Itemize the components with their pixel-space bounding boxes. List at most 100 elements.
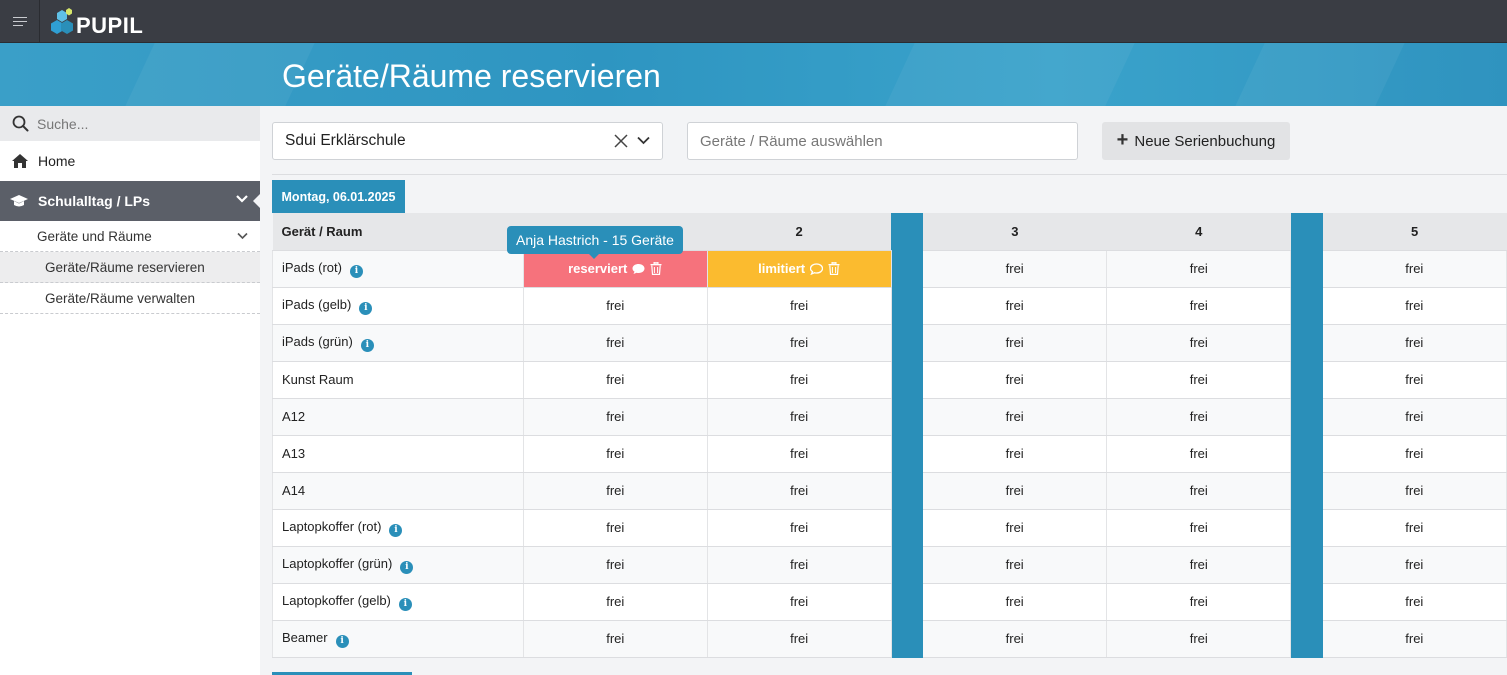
break-cell — [1290, 250, 1323, 288]
slot-cell[interactable]: frei — [523, 361, 708, 399]
slot-cell[interactable]: frei — [923, 287, 1108, 325]
slot-cell[interactable]: reserviert — [523, 250, 708, 288]
sidebar-item-geraete-und-raeume[interactable]: Geräte und Räume — [0, 221, 260, 252]
slot-cell[interactable]: frei — [523, 324, 708, 362]
info-icon[interactable]: i — [398, 597, 412, 611]
slot-cell[interactable]: frei — [707, 583, 892, 621]
device-room-select[interactable] — [687, 122, 1078, 160]
slot-cell[interactable]: frei — [923, 509, 1108, 547]
table-header-row: Gerät / Raum 1 2 3 4 5 — [272, 213, 1507, 251]
slot-cell[interactable]: frei — [707, 509, 892, 547]
slot-cell[interactable]: frei — [523, 287, 708, 325]
device-name-cell: Beamer i — [272, 620, 524, 658]
slot-cell[interactable]: frei — [1106, 250, 1292, 288]
slot-cell[interactable]: frei — [923, 324, 1108, 362]
slot-cell[interactable]: frei — [523, 435, 708, 473]
slot-cell[interactable]: frei — [707, 361, 892, 399]
device-name-cell: Kunst Raum — [272, 361, 524, 399]
slot-cell[interactable]: frei — [1322, 583, 1507, 621]
info-icon[interactable]: i — [360, 338, 374, 352]
slot-cell[interactable]: frei — [1106, 472, 1292, 510]
slot-cell[interactable]: frei — [523, 546, 708, 584]
slot-cell[interactable]: frei — [1322, 250, 1507, 288]
table-row: iPads (grün) i frei frei frei frei frei — [272, 324, 1507, 362]
slot-cell[interactable]: frei — [523, 620, 708, 658]
info-icon[interactable]: i — [400, 560, 414, 574]
menu-icon[interactable] — [0, 0, 40, 43]
slot-cell[interactable]: frei — [1322, 472, 1507, 510]
clear-icon[interactable] — [614, 134, 628, 148]
slot-cell[interactable]: frei — [707, 324, 892, 362]
info-icon[interactable]: i — [389, 523, 403, 537]
slot-cell[interactable]: frei — [523, 583, 708, 621]
slot-cell[interactable]: frei — [707, 472, 892, 510]
slot-cell[interactable]: frei — [523, 472, 708, 510]
break-cell — [1290, 287, 1323, 325]
slot-cell[interactable]: frei — [1322, 509, 1507, 547]
slot-cell[interactable]: frei — [923, 361, 1108, 399]
slot-cell[interactable]: frei — [1106, 324, 1292, 362]
slot-cell[interactable]: frei — [707, 620, 892, 658]
sidebar-search[interactable] — [0, 106, 260, 141]
slot-cell[interactable]: frei — [1106, 583, 1292, 621]
column-header-period: 2 — [707, 213, 892, 251]
slot-cell[interactable]: frei — [923, 398, 1108, 436]
info-icon[interactable]: i — [335, 634, 349, 648]
slot-cell[interactable]: frei — [1322, 620, 1507, 658]
sidebar-item-home[interactable]: Home — [0, 141, 260, 181]
home-icon — [12, 154, 28, 168]
new-series-booking-button[interactable]: + Neue Serienbuchung — [1102, 122, 1290, 160]
slot-cell[interactable]: frei — [707, 546, 892, 584]
slot-cell[interactable]: frei — [707, 287, 892, 325]
trash-icon[interactable] — [650, 262, 662, 275]
slot-cell[interactable]: frei — [923, 250, 1108, 288]
slot-cell[interactable]: frei — [1106, 620, 1292, 658]
info-icon[interactable]: i — [359, 301, 373, 315]
comment-outline-icon[interactable] — [810, 263, 824, 275]
info-icon[interactable]: i — [349, 264, 363, 278]
break-cell — [1290, 546, 1323, 584]
slot-cell[interactable]: frei — [1106, 546, 1292, 584]
school-select[interactable]: Sdui Erklärschule — [272, 122, 663, 160]
slot-cell[interactable]: frei — [1322, 435, 1507, 473]
date-tab[interactable]: Montag, 06.01.2025 — [272, 180, 405, 213]
device-name: Kunst Raum — [282, 372, 354, 387]
slot-cell[interactable]: frei — [923, 435, 1108, 473]
chevron-down-icon[interactable] — [637, 136, 650, 145]
slot-cell[interactable]: frei — [1322, 398, 1507, 436]
slot-cell[interactable]: frei — [707, 398, 892, 436]
slot-status: frei — [790, 298, 809, 313]
slot-cell[interactable]: frei — [707, 435, 892, 473]
slot-status: frei — [606, 520, 625, 535]
slot-cell[interactable]: frei — [1322, 324, 1507, 362]
slot-cell[interactable]: frei — [923, 546, 1108, 584]
slot-cell[interactable]: frei — [1322, 361, 1507, 399]
slot-cell[interactable]: frei — [923, 583, 1108, 621]
slot-cell[interactable]: frei — [523, 398, 708, 436]
slot-status: frei — [1189, 483, 1208, 498]
slot-cell[interactable]: limitiert — [707, 250, 892, 288]
sidebar-item-verwalten[interactable]: Geräte/Räume verwalten — [0, 283, 260, 314]
slot-status: frei — [606, 335, 625, 350]
trash-icon[interactable] — [828, 262, 840, 275]
slot-cell[interactable]: frei — [523, 509, 708, 547]
app-logo[interactable]: PUPIL — [48, 4, 143, 40]
slot-cell[interactable]: frei — [1106, 435, 1292, 473]
sidebar-item-reservieren[interactable]: Geräte/Räume reservieren — [0, 252, 260, 283]
slot-cell[interactable]: frei — [1106, 398, 1292, 436]
slot-cell[interactable]: frei — [1322, 546, 1507, 584]
slot-cell[interactable]: frei — [923, 472, 1108, 510]
sidebar-section-schulalltag[interactable]: Schulalltag / LPs — [0, 181, 261, 221]
search-input[interactable] — [37, 115, 237, 132]
search-icon — [12, 115, 29, 132]
table-row: Kunst Raum frei frei frei frei frei — [272, 361, 1507, 399]
slot-cell[interactable]: frei — [1106, 287, 1292, 325]
slot-cell[interactable]: frei — [1322, 287, 1507, 325]
break-cell — [1290, 509, 1323, 547]
slot-cell[interactable]: frei — [923, 620, 1108, 658]
slot-cell[interactable]: frei — [1106, 509, 1292, 547]
comment-filled-icon[interactable] — [632, 263, 645, 275]
slot-cell[interactable]: frei — [1106, 361, 1292, 399]
break-cell — [891, 472, 923, 510]
slot-status: frei — [1405, 261, 1424, 276]
